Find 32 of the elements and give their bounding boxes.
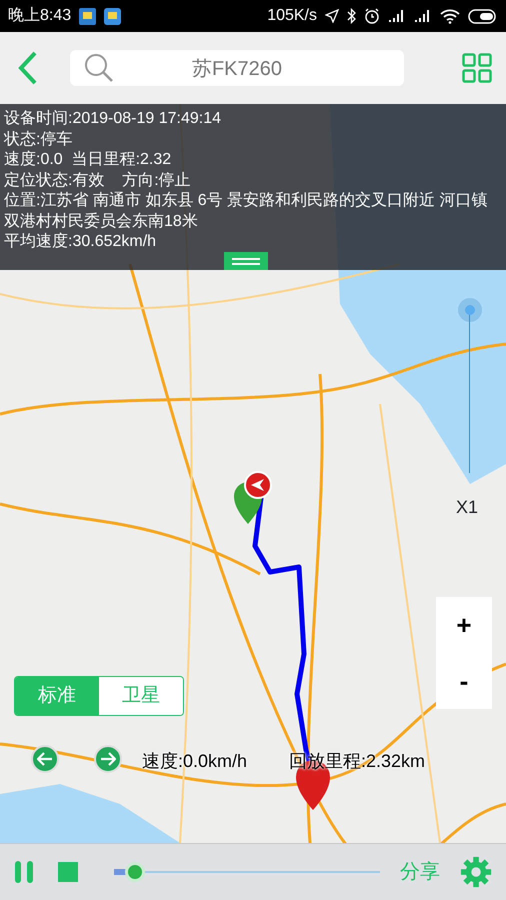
pause-button[interactable] [14,860,34,884]
info-text: 定位状态:有效 方向:停止 [4,170,192,190]
grid-menu-icon[interactable] [462,53,492,83]
start-marker-icon [234,471,272,524]
progress-slider[interactable] [114,862,380,882]
stop-button[interactable] [58,860,78,884]
left-arrow-icon [37,752,53,766]
bluetooth-icon [347,8,356,24]
settings-icon[interactable] [460,855,492,889]
collapse-handle[interactable] [224,252,268,270]
signal-icon [388,9,406,23]
info-text: 速度:0.0 当日里程:2.32 [4,150,172,170]
app-icon [79,8,96,24]
info-text: 位置:江苏省 南通市 如东县 6号 景安路和利民路的交叉口附近 河口镇双港村村民委员会东南18米 [4,191,489,232]
wifi-icon [440,8,460,24]
status-time: 晚上8:43 [8,6,72,26]
battery-icon [468,8,498,24]
app-icon [104,8,122,24]
right-arrow-icon [100,752,116,766]
signal-icon [414,9,432,23]
info-text: 平均速度:30.652km/h [4,232,158,252]
playback-speed-text: 速度:0.0km/h [142,750,248,773]
search-icon [84,53,114,83]
network-speed: 105K/s [267,6,317,26]
speed-multiplier: X1 [456,496,478,519]
info-text: 状态:停车 [4,130,74,150]
search-field[interactable]: 苏FK7260 [70,50,404,86]
map-type-tab[interactable]: 标准 [15,677,99,715]
alarm-icon [364,8,380,24]
back-icon[interactable] [18,51,38,85]
info-text: 设备时间:2019-08-19 17:49:14 [4,109,222,129]
location-arrow-icon [325,9,339,23]
